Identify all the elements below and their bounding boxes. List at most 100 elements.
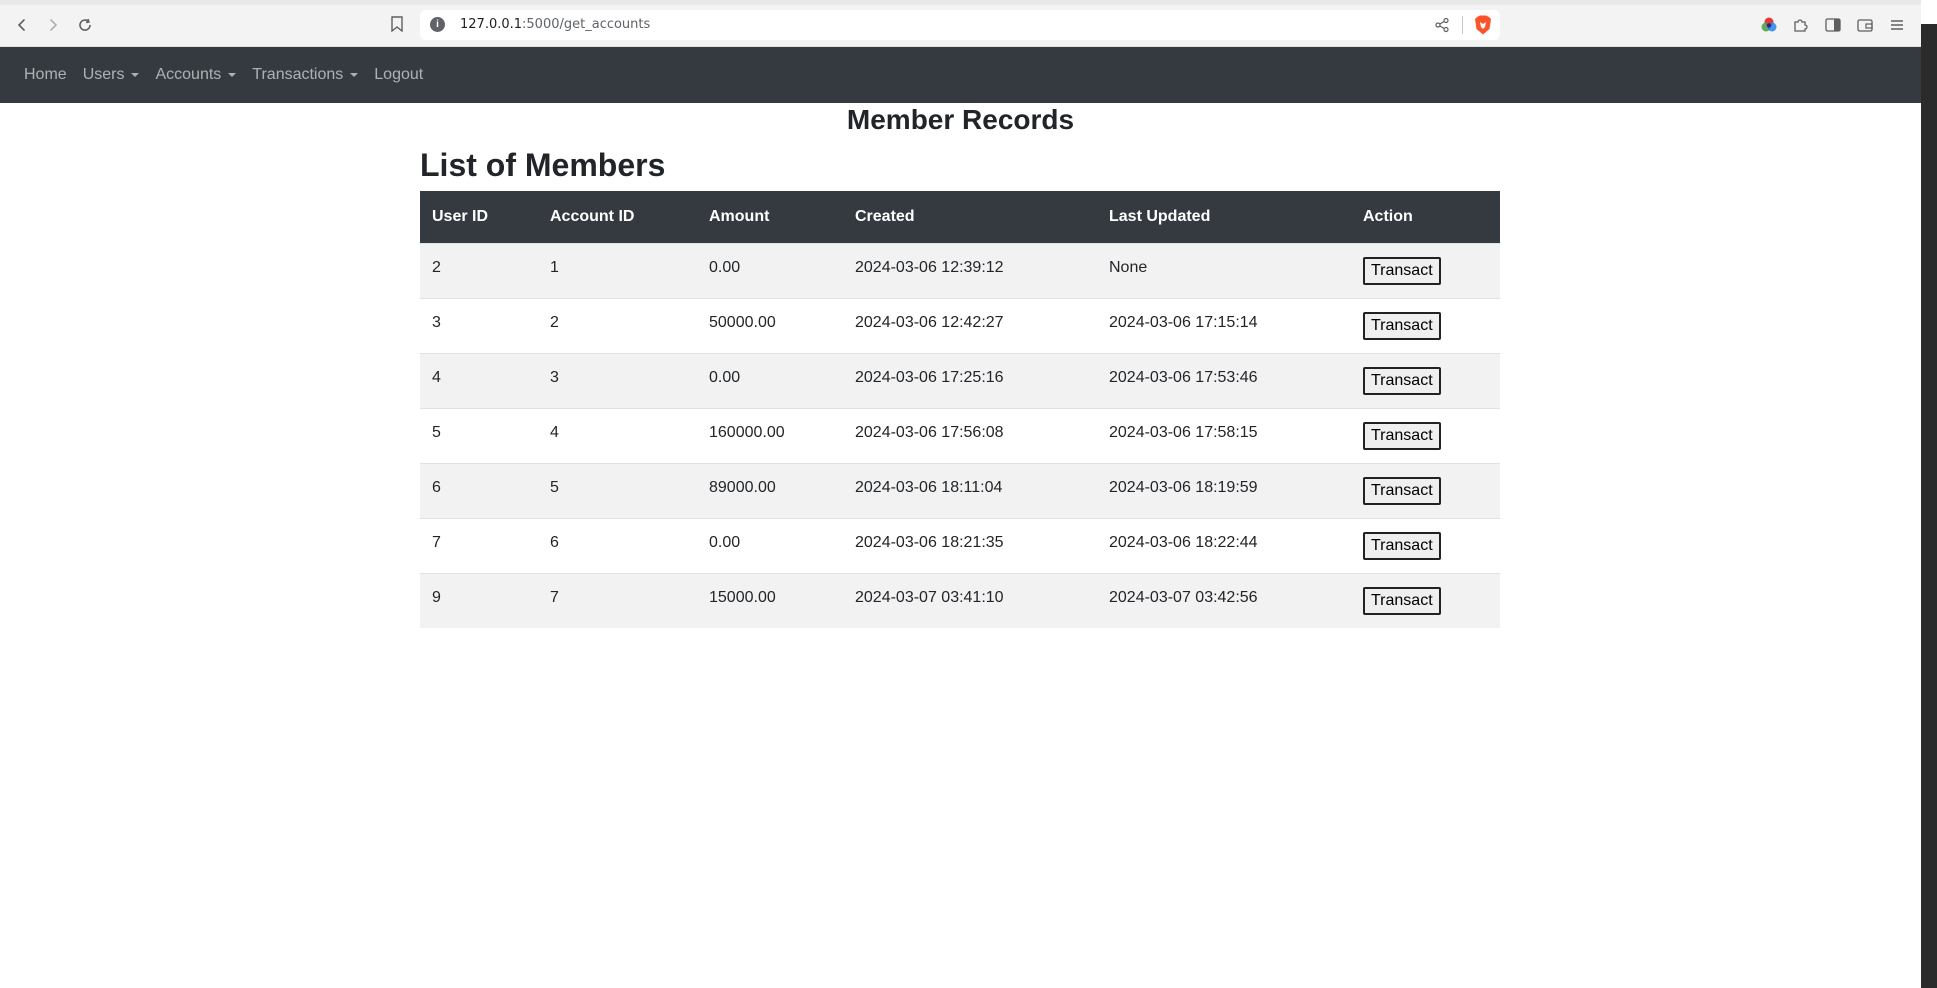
cell-amount: 15000.00 bbox=[697, 572, 843, 628]
table-body: 2 1 0.00 2024-03-06 12:39:12 None Transa… bbox=[420, 242, 1500, 628]
cell-created: 2024-03-06 18:21:35 bbox=[843, 517, 1097, 573]
cell-user-id: 9 bbox=[420, 572, 538, 628]
nav-logout-label: Logout bbox=[374, 66, 424, 83]
side-window-edge-top bbox=[1921, 0, 1937, 24]
cell-last-updated: 2024-03-06 18:22:44 bbox=[1097, 517, 1351, 573]
table-row: 5 4 160000.00 2024-03-06 17:56:08 2024-0… bbox=[420, 407, 1500, 463]
header-amount: Amount bbox=[697, 191, 843, 243]
color-wheel-icon[interactable] bbox=[1760, 16, 1778, 34]
members-table: User ID Account ID Amount Created Last U… bbox=[420, 191, 1500, 628]
bookmark-icon[interactable] bbox=[390, 16, 404, 33]
cell-user-id: 7 bbox=[420, 517, 538, 573]
cell-amount: 0.00 bbox=[697, 352, 843, 408]
cell-action: Transact bbox=[1351, 462, 1500, 518]
table-header-row: User ID Account ID Amount Created Last U… bbox=[420, 191, 1500, 243]
table-row: 3 2 50000.00 2024-03-06 12:42:27 2024-03… bbox=[420, 297, 1500, 353]
header-last-updated: Last Updated bbox=[1097, 191, 1351, 243]
cell-action: Transact bbox=[1351, 407, 1500, 463]
caret-down-icon bbox=[131, 73, 140, 77]
cell-last-updated: 2024-03-07 03:42:56 bbox=[1097, 572, 1351, 628]
cell-account-id: 7 bbox=[538, 572, 697, 628]
transact-button[interactable]: Transact bbox=[1363, 366, 1441, 395]
table-row: 6 5 89000.00 2024-03-06 18:11:04 2024-03… bbox=[420, 462, 1500, 518]
cell-action: Transact bbox=[1351, 242, 1500, 298]
cell-account-id: 4 bbox=[538, 407, 697, 463]
sidebar-icon[interactable] bbox=[1824, 16, 1842, 34]
cell-amount: 89000.00 bbox=[697, 462, 843, 518]
nav-accounts-dropdown[interactable]: Accounts bbox=[155, 66, 237, 84]
cell-account-id: 1 bbox=[538, 242, 697, 298]
cell-user-id: 3 bbox=[420, 297, 538, 353]
cell-last-updated: None bbox=[1097, 242, 1351, 298]
cell-amount: 50000.00 bbox=[697, 297, 843, 353]
cell-account-id: 5 bbox=[538, 462, 697, 518]
cell-created: 2024-03-06 12:42:27 bbox=[843, 297, 1097, 353]
nav-transactions-dropdown[interactable]: Transactions bbox=[252, 66, 359, 84]
header-account-id: Account ID bbox=[538, 191, 697, 243]
caret-down-icon bbox=[350, 73, 359, 77]
transact-button[interactable]: Transact bbox=[1363, 476, 1441, 505]
cell-account-id: 3 bbox=[538, 352, 697, 408]
nav-accounts-label: Accounts bbox=[155, 66, 222, 83]
cell-last-updated: 2024-03-06 17:15:14 bbox=[1097, 297, 1351, 353]
cell-amount: 160000.00 bbox=[697, 407, 843, 463]
nav-home-link[interactable]: Home bbox=[24, 66, 67, 84]
transact-button[interactable]: Transact bbox=[1363, 421, 1441, 450]
cell-user-id: 5 bbox=[420, 407, 538, 463]
cell-action: Transact bbox=[1351, 572, 1500, 628]
cell-created: 2024-03-06 12:39:12 bbox=[843, 242, 1097, 298]
transact-button[interactable]: Transact bbox=[1363, 311, 1441, 340]
url-text[interactable]: 127.0.0.1:5000/get_accounts bbox=[460, 17, 650, 32]
cell-action: Transact bbox=[1351, 352, 1500, 408]
extensions-puzzle-icon[interactable] bbox=[1792, 16, 1810, 34]
cell-action: Transact bbox=[1351, 517, 1500, 573]
cell-action: Transact bbox=[1351, 297, 1500, 353]
brave-lion-icon[interactable] bbox=[1474, 15, 1492, 35]
url-path: :5000/get_accounts bbox=[522, 17, 651, 32]
nav-transactions-label: Transactions bbox=[252, 66, 344, 83]
cell-last-updated: 2024-03-06 17:53:46 bbox=[1097, 352, 1351, 408]
header-created: Created bbox=[843, 191, 1097, 243]
side-window-edge bbox=[1921, 0, 1937, 988]
nav-logout-link[interactable]: Logout bbox=[374, 66, 423, 84]
nav-home-label: Home bbox=[24, 66, 67, 83]
cell-account-id: 2 bbox=[538, 297, 697, 353]
cell-created: 2024-03-07 03:41:10 bbox=[843, 572, 1097, 628]
page-title: Member Records bbox=[0, 103, 1921, 135]
cell-account-id: 6 bbox=[538, 517, 697, 573]
menu-icon[interactable] bbox=[1888, 16, 1906, 34]
back-arrow-icon[interactable] bbox=[11, 14, 33, 36]
cell-amount: 0.00 bbox=[697, 242, 843, 298]
table-row: 4 3 0.00 2024-03-06 17:25:16 2024-03-06 … bbox=[420, 352, 1500, 408]
section-title: List of Members bbox=[420, 147, 666, 183]
header-user-id: User ID bbox=[420, 191, 538, 243]
page-title-text: Member Records bbox=[846, 104, 1075, 135]
table-row: 2 1 0.00 2024-03-06 12:39:12 None Transa… bbox=[420, 242, 1500, 298]
nav-users-dropdown[interactable]: Users bbox=[83, 66, 140, 84]
browser-toolbar: i 127.0.0.1:5000/get_accounts bbox=[0, 0, 1921, 47]
forward-arrow-icon[interactable] bbox=[42, 14, 64, 36]
browser-tab-strip bbox=[0, 0, 1921, 5]
url-host: 127.0.0.1 bbox=[460, 17, 523, 32]
cell-last-updated: 2024-03-06 18:19:59 bbox=[1097, 462, 1351, 518]
reload-icon[interactable] bbox=[74, 14, 96, 36]
table-row: 9 7 15000.00 2024-03-07 03:41:10 2024-03… bbox=[420, 572, 1500, 628]
cell-user-id: 6 bbox=[420, 462, 538, 518]
page-content: Member Records List of Members User ID A… bbox=[0, 103, 1921, 988]
info-icon[interactable]: i bbox=[430, 17, 445, 32]
cell-created: 2024-03-06 17:56:08 bbox=[843, 407, 1097, 463]
main-navbar: Home Users Accounts Transactions Logout bbox=[0, 47, 1921, 103]
cell-user-id: 2 bbox=[420, 242, 538, 298]
wallet-icon[interactable] bbox=[1856, 16, 1874, 34]
caret-down-icon bbox=[228, 73, 237, 77]
header-action: Action bbox=[1351, 191, 1500, 243]
transact-button[interactable]: Transact bbox=[1363, 256, 1441, 285]
transact-button[interactable]: Transact bbox=[1363, 586, 1441, 615]
transact-button[interactable]: Transact bbox=[1363, 531, 1441, 560]
cell-created: 2024-03-06 18:11:04 bbox=[843, 462, 1097, 518]
cell-user-id: 4 bbox=[420, 352, 538, 408]
cell-created: 2024-03-06 17:25:16 bbox=[843, 352, 1097, 408]
share-icon[interactable] bbox=[1434, 17, 1450, 33]
cell-amount: 0.00 bbox=[697, 517, 843, 573]
address-bar[interactable]: i 127.0.0.1:5000/get_accounts bbox=[420, 10, 1500, 40]
